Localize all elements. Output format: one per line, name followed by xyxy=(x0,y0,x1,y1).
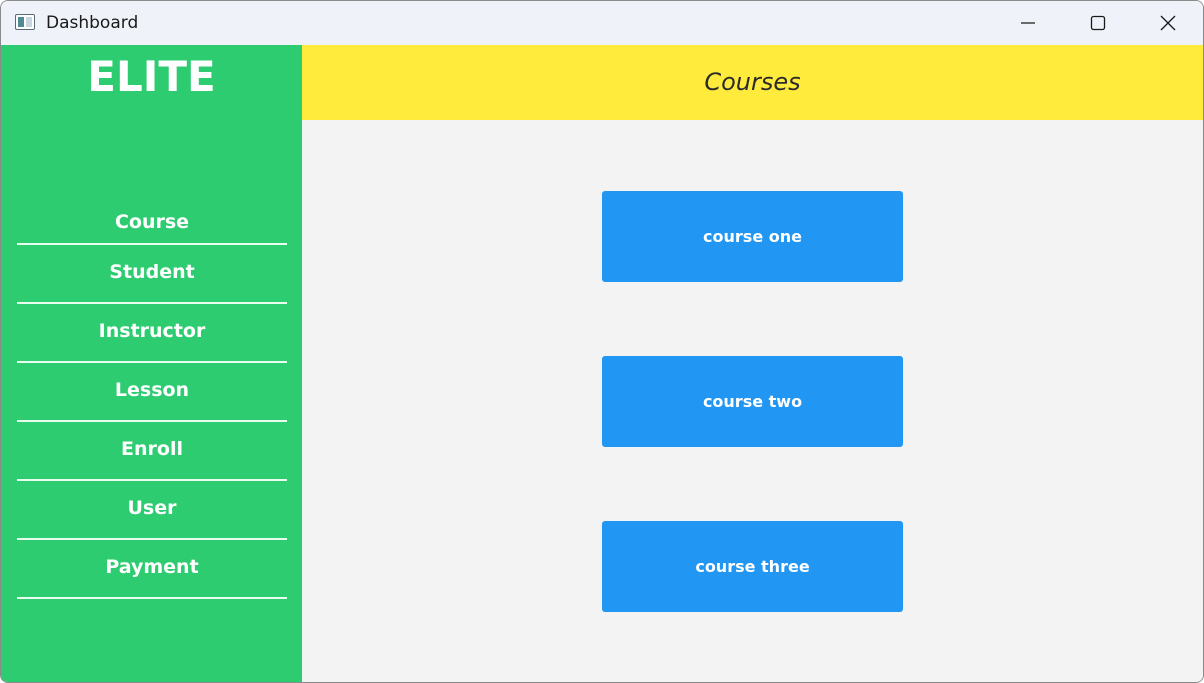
course-three-button[interactable]: course three xyxy=(602,521,903,612)
minimize-icon xyxy=(1021,22,1035,24)
sidebar-nav: Course Student Instructor Lesson Enroll … xyxy=(17,197,287,599)
close-button[interactable] xyxy=(1133,1,1203,45)
main-content: course one course two course three xyxy=(302,120,1203,682)
app-window-icon xyxy=(15,14,35,30)
dashboard-window: Dashboard ELITE Course Student Instructo… xyxy=(0,0,1204,683)
sidebar-item-lesson[interactable]: Lesson xyxy=(17,362,287,422)
sidebar-item-payment[interactable]: Payment xyxy=(17,539,287,599)
course-two-button[interactable]: course two xyxy=(602,356,903,447)
maximize-icon xyxy=(1090,15,1106,31)
maximize-button[interactable] xyxy=(1063,1,1133,45)
window-title: Dashboard xyxy=(46,13,139,33)
sidebar-item-course[interactable]: Course xyxy=(17,197,287,245)
sidebar-item-student[interactable]: Student xyxy=(17,244,287,304)
title-bar[interactable]: Dashboard xyxy=(1,1,1203,45)
page-header: Courses xyxy=(302,45,1203,120)
sidebar-item-enroll[interactable]: Enroll xyxy=(17,421,287,481)
minimize-button[interactable] xyxy=(993,1,1063,45)
sidebar-item-user[interactable]: User xyxy=(17,480,287,540)
close-icon xyxy=(1160,15,1176,31)
page-title: Courses xyxy=(704,68,801,96)
sidebar: ELITE Course Student Instructor Lesson E… xyxy=(1,45,302,682)
course-one-button[interactable]: course one xyxy=(602,191,903,282)
sidebar-item-instructor[interactable]: Instructor xyxy=(17,303,287,363)
app-logo: ELITE xyxy=(87,52,216,101)
